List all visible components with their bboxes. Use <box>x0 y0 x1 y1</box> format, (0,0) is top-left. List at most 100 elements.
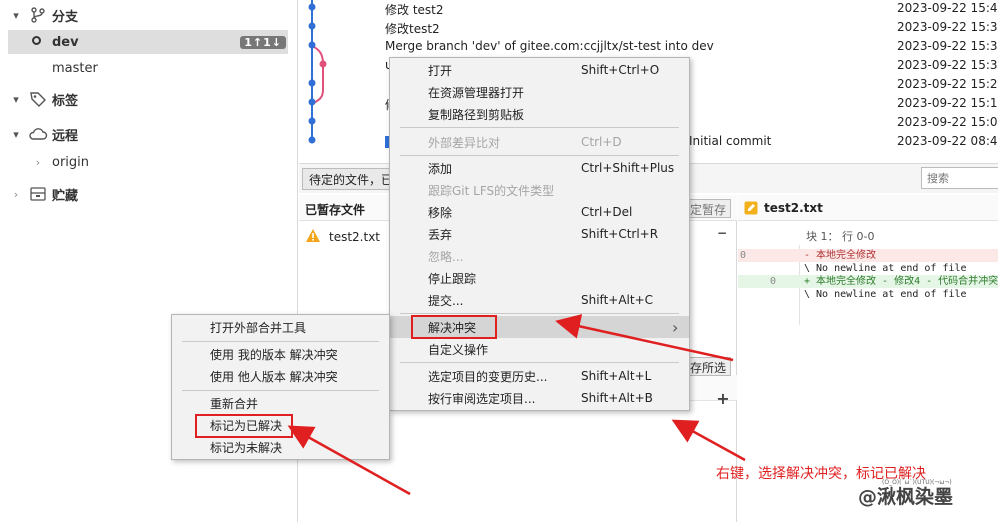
submenu-arrow-icon: › <box>672 317 679 337</box>
menu-item-label: 移除 <box>428 205 453 220</box>
commit-row[interactable]: 修改 test2 2023-09-22 15:40 <box>299 0 998 19</box>
submenu-item-restart-merge[interactable]: 重新合并 <box>172 392 389 414</box>
sidebar-title-remotes: 远程 <box>52 128 79 144</box>
pending-files-dropdown[interactable]: 待定的文件，已个 <box>302 168 394 190</box>
branch-name-master: master <box>52 60 98 76</box>
sidebar-item-master[interactable]: master <box>0 56 298 80</box>
menu-item-custom-actions[interactable]: 自定义操作 <box>390 338 689 360</box>
commit-date: 2023-09-22 15:10 <box>897 96 998 110</box>
commit-message: Merge branch 'dev' of gitee.com:ccjjltx/… <box>385 39 714 53</box>
commit-row[interactable]: Merge branch 'dev' of gitee.com:ccjjltx/… <box>299 38 998 57</box>
submenu-item-resolve-mine[interactable]: 使用 我的版本 解决冲突 <box>172 343 389 365</box>
menu-item-label: 提交... <box>428 293 464 308</box>
commit-row[interactable]: 修改test2 2023-09-22 15:39 <box>299 19 998 38</box>
branch-name-dev: dev <box>52 34 79 50</box>
commit-date: 2023-09-22 15:34 <box>897 39 998 53</box>
staged-file-name: test2.txt <box>329 230 381 244</box>
branch-icon <box>28 5 48 25</box>
menu-item-stop-tracking[interactable]: 停止跟踪 <box>390 267 689 289</box>
menu-item-label: 复制路径到剪贴板 <box>428 107 525 122</box>
menu-item-shortcut: Shift+Ctrl+O <box>581 63 660 77</box>
staged-file-row[interactable]: test2.txt <box>305 227 380 247</box>
menu-item-commit[interactable]: 提交... Shift+Alt+C <box>390 289 689 311</box>
menu-separator <box>400 362 679 363</box>
current-branch-icon <box>32 36 41 45</box>
resolve-conflict-submenu: 打开外部合并工具 使用 我的版本 解决冲突 使用 他人版本 解决冲突 重新合并 … <box>171 314 390 460</box>
menu-item-label: 外部差异比对 <box>428 135 501 150</box>
chevron-down-icon[interactable]: ▾ <box>10 9 22 22</box>
commit-date: 2023-09-22 15:39 <box>897 20 998 34</box>
sidebar-item-dev[interactable]: dev 1↑1↓ <box>8 30 288 54</box>
menu-separator <box>400 155 679 156</box>
menu-item-remove[interactable]: 移除 Ctrl+Del <box>390 201 689 223</box>
menu-separator <box>400 127 679 128</box>
diff-line-text: - 本地完全修改 <box>804 250 877 261</box>
commit-message: 修改 test2 <box>385 3 444 17</box>
commit-message: Initial commit <box>689 134 772 148</box>
unstage-file-button[interactable]: − <box>714 226 730 242</box>
commit-date: 2023-09-22 15:07 <box>897 115 998 129</box>
menu-item-label: 添加 <box>428 161 453 176</box>
commit-date: 2023-09-22 15:40 <box>897 1 998 15</box>
highlight-box <box>195 414 293 438</box>
menu-item-label: 打开外部合并工具 <box>210 320 307 335</box>
chevron-down-icon[interactable]: ▾ <box>10 128 22 141</box>
chevron-right-icon[interactable]: › <box>32 156 44 169</box>
menu-item-track-lfs[interactable]: 跟踪Git LFS的文件类型 <box>390 179 689 201</box>
menu-item-shortcut: Shift+Alt+C <box>581 293 654 307</box>
chevron-right-icon[interactable]: › <box>10 188 22 201</box>
menu-item-label: 使用 我的版本 解决冲突 <box>210 347 338 362</box>
menu-separator <box>182 390 379 391</box>
menu-item-label: 跟踪Git LFS的文件类型 <box>428 183 555 198</box>
menu-item-open-in-explorer[interactable]: 在资源管理器打开 <box>390 81 689 103</box>
menu-item-discard[interactable]: 丢弃 Shift+Ctrl+R <box>390 223 689 245</box>
menu-item-shortcut: Shift+Alt+L <box>581 369 652 383</box>
menu-item-label: 丢弃 <box>428 227 453 242</box>
sidebar-title-tags: 标签 <box>52 93 79 109</box>
submenu-item-external-merge[interactable]: 打开外部合并工具 <box>172 316 389 338</box>
menu-item-label: 在资源管理器打开 <box>428 85 525 100</box>
file-context-menu: 打开 Shift+Ctrl+O 在资源管理器打开 复制路径到剪贴板 外部差异比对 C… <box>389 57 690 411</box>
submenu-item-resolve-theirs[interactable]: 使用 他人版本 解决冲突 <box>172 365 389 387</box>
diff-file-name: test2.txt <box>764 201 823 215</box>
menu-item-shortcut: Ctrl+D <box>581 135 622 149</box>
menu-item-add[interactable]: 添加 Ctrl+Shift+Plus <box>390 157 689 179</box>
menu-item-shortcut: Ctrl+Del <box>581 205 633 219</box>
diff-line-text: \ No newline at end of file <box>804 263 967 274</box>
submenu-item-mark-unresolved[interactable]: 标记为未解决 <box>172 436 389 458</box>
menu-item-external-diff[interactable]: 外部差异比对 Ctrl+D <box>390 131 689 153</box>
menu-item-label: 重新合并 <box>210 396 259 411</box>
highlight-box <box>411 315 497 339</box>
menu-item-shortcut: Ctrl+Shift+Plus <box>581 161 675 175</box>
menu-item-open[interactable]: 打开 Shift+Ctrl+O <box>390 59 689 81</box>
menu-item-ignore[interactable]: 忽略... <box>390 245 689 267</box>
stage-selected-button[interactable]: 存所选 <box>684 357 731 376</box>
search-input[interactable] <box>921 167 998 189</box>
diff-line-text: \ No newline at end of file <box>804 289 967 300</box>
sidebar-section-tags[interactable]: ▾ 标签 <box>0 87 298 111</box>
menu-item-file-history[interactable]: 选定项目的变更历史... Shift+Alt+L <box>390 365 689 387</box>
chevron-down-icon[interactable]: ▾ <box>10 93 22 106</box>
commit-date: 2023-09-22 08:46 <box>897 134 998 148</box>
sidebar-item-origin[interactable]: › origin <box>0 150 298 174</box>
new-line-number: 0 <box>770 276 777 287</box>
menu-item-label: 忽略... <box>428 249 464 264</box>
diff-line-context: \ No newline at end of file <box>738 288 998 301</box>
menu-item-copy-path[interactable]: 复制路径到剪贴板 <box>390 103 689 125</box>
stage-file-button[interactable]: + <box>715 391 731 408</box>
diff-line-removed: 0 - 本地完全修改 <box>738 249 998 262</box>
menu-item-shortcut: Shift+Alt+B <box>581 391 653 405</box>
menu-separator <box>182 341 379 342</box>
unstage-all-button[interactable]: 定暂存 <box>684 199 731 218</box>
menu-item-label: 按行审阅选定项目... <box>428 391 536 406</box>
diff-line-text: + 本地完全修改 - 修改4 - 代码合并冲突 <box>804 276 998 287</box>
menu-item-blame[interactable]: 按行审阅选定项目... Shift+Alt+B <box>390 387 689 409</box>
sidebar-section-stash[interactable]: › 贮藏 <box>0 182 298 206</box>
watermark: @湫枫染墨 <box>858 486 954 508</box>
diff-hunk-header: 块 1： 行 0-0 <box>806 230 875 243</box>
warning-icon <box>305 228 321 246</box>
commit-date: 2023-09-22 15:32 <box>897 58 998 72</box>
diff-line-added: 0 + 本地完全修改 - 修改4 - 代码合并冲突 <box>738 275 998 288</box>
sidebar-section-remotes[interactable]: ▾ 远程 <box>0 122 298 146</box>
sidebar-section-branches[interactable]: ▾ 分支 <box>0 3 298 27</box>
